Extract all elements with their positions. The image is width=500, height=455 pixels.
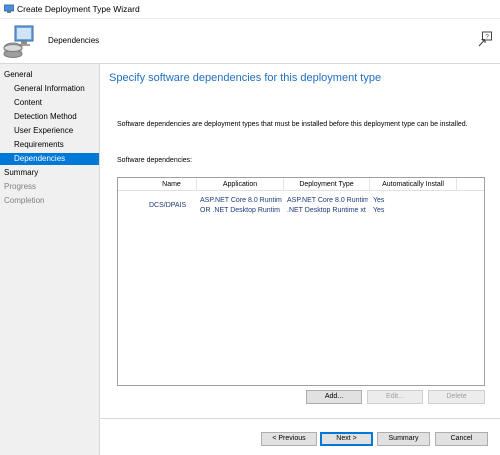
wizard-step-nav: General General Information Content Dete… [0,64,100,455]
nav-item-dependencies[interactable]: Dependencies [0,153,99,165]
nav-item-detection-method[interactable]: Detection Method [0,111,99,123]
wizard-banner: Dependencies ? [0,19,500,64]
delete-dependency-button[interactable]: Delete [428,390,485,404]
row-1-application[interactable]: ASP.NET Core 8.0 Runtim [200,196,282,205]
wizard-page: Specify software dependencies for this d… [100,64,500,455]
nav-item-summary[interactable]: Summary [0,167,99,179]
software-dependencies-label: Software dependencies: [117,157,193,164]
nav-item-general[interactable]: General [0,69,99,81]
footer-divider [100,418,500,419]
row-1-deployment-type[interactable]: ASP.NET Core 8.0 Runtim [287,196,368,205]
computer-setup-icon [3,25,34,58]
nav-item-completion: Completion [4,196,45,205]
wizard-app-icon [4,4,14,13]
nav-item-general-information[interactable]: General Information [0,83,99,95]
row-2-deployment-type[interactable]: .NET Desktop Runtime xt [287,206,368,215]
cancel-button[interactable]: Cancel [435,432,488,446]
row-2-auto-install[interactable]: Yes [373,206,403,215]
next-button[interactable]: Next > [320,432,373,446]
nav-item-user-experience[interactable]: User Experience [0,125,99,137]
add-dependency-button[interactable]: Add... [306,390,362,404]
summary-button[interactable]: Summary [377,432,430,446]
nav-item-progress: Progress [4,182,37,191]
previous-button[interactable]: < Previous [261,432,317,446]
window-title: Create Deployment Type Wizard [17,4,140,14]
dependency-group-name[interactable]: DCS/DPAIS [149,201,195,210]
row-2-application[interactable]: OR .NET Desktop Runtim [200,206,282,215]
column-header-deployment-type[interactable]: Deployment Type [284,178,370,191]
column-header-automatically-install[interactable]: Automatically Install [370,178,457,191]
banner-title: Dependencies [48,36,100,45]
row-1-auto-install[interactable]: Yes [373,196,403,205]
column-header-application[interactable]: Application [197,178,284,191]
title-bar: Create Deployment Type Wizard [0,0,500,19]
list-header: Name Application Deployment Type Automat… [118,178,484,191]
help-pointer-icon[interactable]: ? [478,31,493,47]
dependencies-list[interactable]: Name Application Deployment Type Automat… [117,177,485,386]
page-description: Software dependencies are deployment typ… [117,121,468,128]
nav-item-content[interactable]: Content [0,97,99,109]
nav-item-requirements[interactable]: Requirements [0,139,99,151]
svg-text:?: ? [485,34,489,41]
edit-dependency-button[interactable]: Edit... [367,390,423,404]
page-heading: Specify software dependencies for this d… [109,72,382,84]
column-header-name[interactable]: Name [147,178,197,191]
